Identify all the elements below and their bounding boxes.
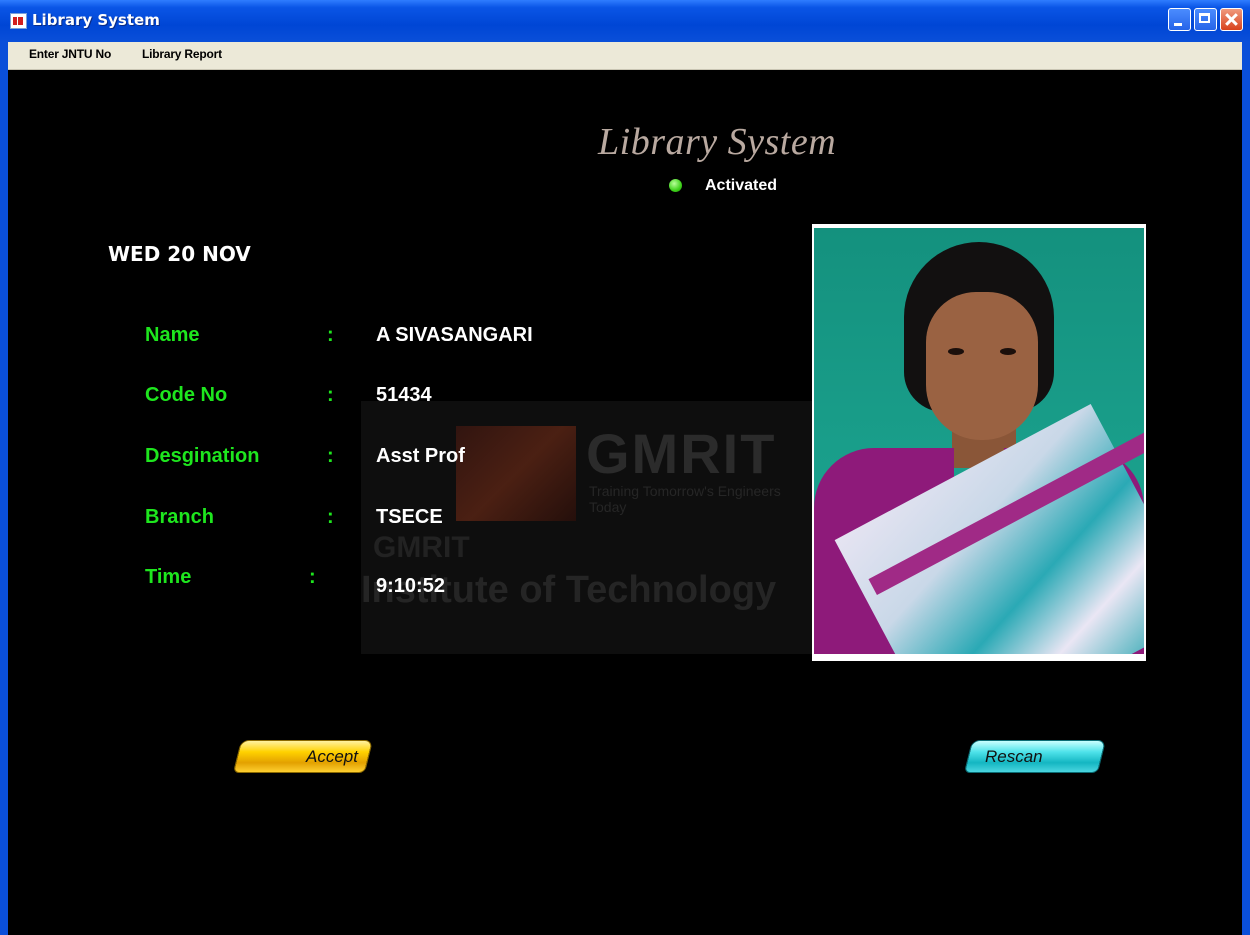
watermark-tagline: Training Tomorrow's Engineers Today	[589, 483, 781, 515]
name-label: Name	[145, 324, 200, 346]
maximize-button[interactable]	[1194, 8, 1217, 31]
rescan-button[interactable]: Rescan	[963, 740, 1107, 773]
accept-button-label: Accept	[306, 747, 358, 766]
menu-library-report[interactable]: Library Report	[142, 47, 222, 61]
window-frame-left	[0, 42, 8, 935]
designation-colon: :	[327, 445, 334, 467]
code-no-label: Code No	[145, 384, 228, 406]
time-label: Time	[145, 566, 192, 588]
designation-value: Asst Prof	[376, 445, 465, 467]
rescan-button-label: Rescan	[985, 747, 1043, 766]
window-frame-right	[1242, 42, 1250, 935]
designation-label: Desgination	[145, 445, 260, 467]
photo-face	[926, 292, 1038, 440]
app-heading: Library System	[598, 121, 837, 163]
branch-label: Branch	[145, 506, 214, 528]
title-bar: Library System	[0, 0, 1250, 43]
code-no-colon: :	[327, 384, 334, 406]
time-value: 9:10:52	[376, 575, 445, 597]
date-display: WED 20 NOV	[108, 242, 251, 266]
branch-value: TSECE	[376, 506, 443, 528]
name-value: A SIVASANGARI	[376, 324, 533, 346]
app-icon	[10, 13, 27, 29]
time-colon: :	[309, 566, 316, 588]
status-indicator-icon	[669, 179, 682, 192]
photo-eye-left	[948, 348, 964, 355]
member-photo-image	[814, 228, 1144, 654]
watermark-brand: GMRIT	[586, 422, 777, 485]
member-photo	[812, 224, 1146, 661]
name-colon: :	[327, 324, 334, 346]
window-title: Library System	[32, 11, 160, 29]
code-no-value: 51434	[376, 384, 432, 406]
watermark-line1: GMRIT	[373, 531, 470, 564]
main-content: Library System Activated WED 20 NOV GMRI…	[8, 70, 1242, 935]
close-button[interactable]	[1220, 8, 1243, 31]
minimize-button[interactable]	[1168, 8, 1191, 31]
menu-enter-jntu-no[interactable]: Enter JNTU No	[29, 47, 111, 61]
watermark-logo-icon	[456, 426, 576, 521]
menu-bar: Enter JNTU No Library Report	[8, 42, 1242, 70]
photo-eye-right	[1000, 348, 1016, 355]
status-text: Activated	[705, 177, 778, 194]
accept-button[interactable]: Accept	[232, 740, 374, 773]
branch-colon: :	[327, 506, 334, 528]
